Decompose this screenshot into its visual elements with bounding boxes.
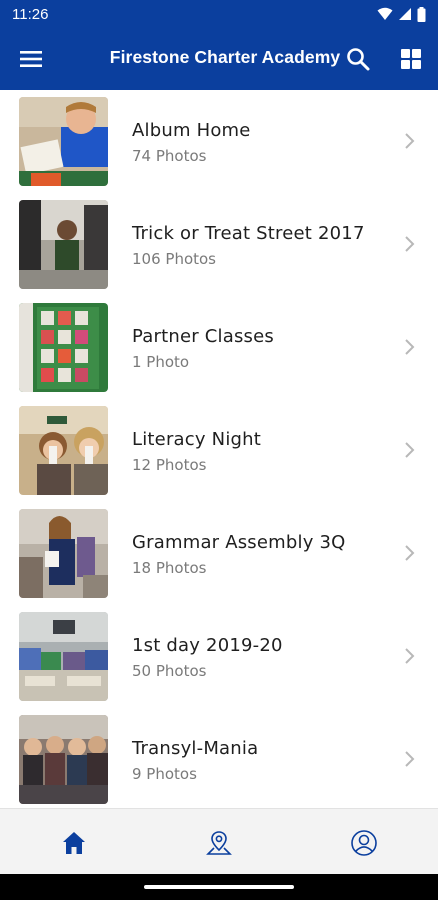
album-thumbnail — [19, 612, 108, 701]
chevron-right-icon — [405, 648, 415, 664]
album-row-album-home[interactable]: Album Home 74 Photos — [0, 90, 438, 193]
signal-icon — [399, 8, 411, 20]
album-title: Literacy Night — [132, 429, 262, 450]
app-bar: Firestone Charter Academy — [0, 28, 438, 90]
album-row-1st-day[interactable]: 1st day 2019-20 50 Photos — [0, 605, 438, 708]
status-time: 11:26 — [12, 5, 49, 23]
bottom-navigation — [0, 808, 438, 874]
album-thumbnail — [19, 303, 108, 392]
page-title: Firestone Charter Academy — [109, 47, 341, 67]
chevron-right-icon — [405, 133, 415, 149]
album-title: 1st day 2019-20 — [132, 635, 283, 656]
chevron-right-icon — [405, 442, 415, 458]
album-title: Grammar Assembly 3Q — [132, 532, 346, 553]
album-photo-count: 12 Photos — [132, 456, 207, 474]
battery-icon — [417, 6, 426, 22]
album-row-grammar-assembly[interactable]: Grammar Assembly 3Q 18 Photos — [0, 502, 438, 605]
profile-icon[interactable] — [350, 829, 378, 857]
album-list: Album Home 74 Photos Trick or Treat Stre… — [0, 90, 438, 808]
album-thumbnail — [19, 509, 108, 598]
chevron-right-icon — [405, 751, 415, 767]
chevron-right-icon — [405, 236, 415, 252]
chevron-right-icon — [405, 545, 415, 561]
album-thumbnail — [19, 200, 108, 289]
album-photo-count: 74 Photos — [132, 147, 207, 165]
album-title: Album Home — [132, 120, 251, 141]
album-row-transyl-mania[interactable]: Transyl-Mania 9 Photos — [0, 708, 438, 808]
album-title: Transyl-Mania — [132, 738, 259, 759]
search-icon[interactable] — [345, 46, 371, 72]
album-row-literacy-night[interactable]: Literacy Night 12 Photos — [0, 399, 438, 502]
album-thumbnail — [19, 97, 108, 186]
status-icons — [377, 6, 426, 22]
album-photo-count: 18 Photos — [132, 559, 207, 577]
album-photo-count: 50 Photos — [132, 662, 207, 680]
album-thumbnail — [19, 406, 108, 495]
wifi-icon — [377, 7, 393, 20]
location-pin-icon[interactable] — [205, 829, 233, 857]
home-icon[interactable] — [60, 829, 88, 857]
album-thumbnail — [19, 715, 108, 804]
gesture-handle[interactable] — [144, 885, 294, 889]
album-photo-count: 106 Photos — [132, 250, 217, 268]
album-row-partner-classes[interactable]: Partner Classes 1 Photo — [0, 296, 438, 399]
grid-view-icon[interactable] — [400, 48, 422, 70]
album-row-trick-or-treat[interactable]: Trick or Treat Street 2017 106 Photos — [0, 193, 438, 296]
system-gesture-bar — [0, 874, 438, 900]
chevron-right-icon — [405, 339, 415, 355]
album-title: Trick or Treat Street 2017 — [132, 223, 365, 244]
album-photo-count: 1 Photo — [132, 353, 190, 371]
album-title: Partner Classes — [132, 326, 274, 347]
album-photo-count: 9 Photos — [132, 765, 197, 783]
status-bar: 11:26 — [0, 0, 438, 28]
